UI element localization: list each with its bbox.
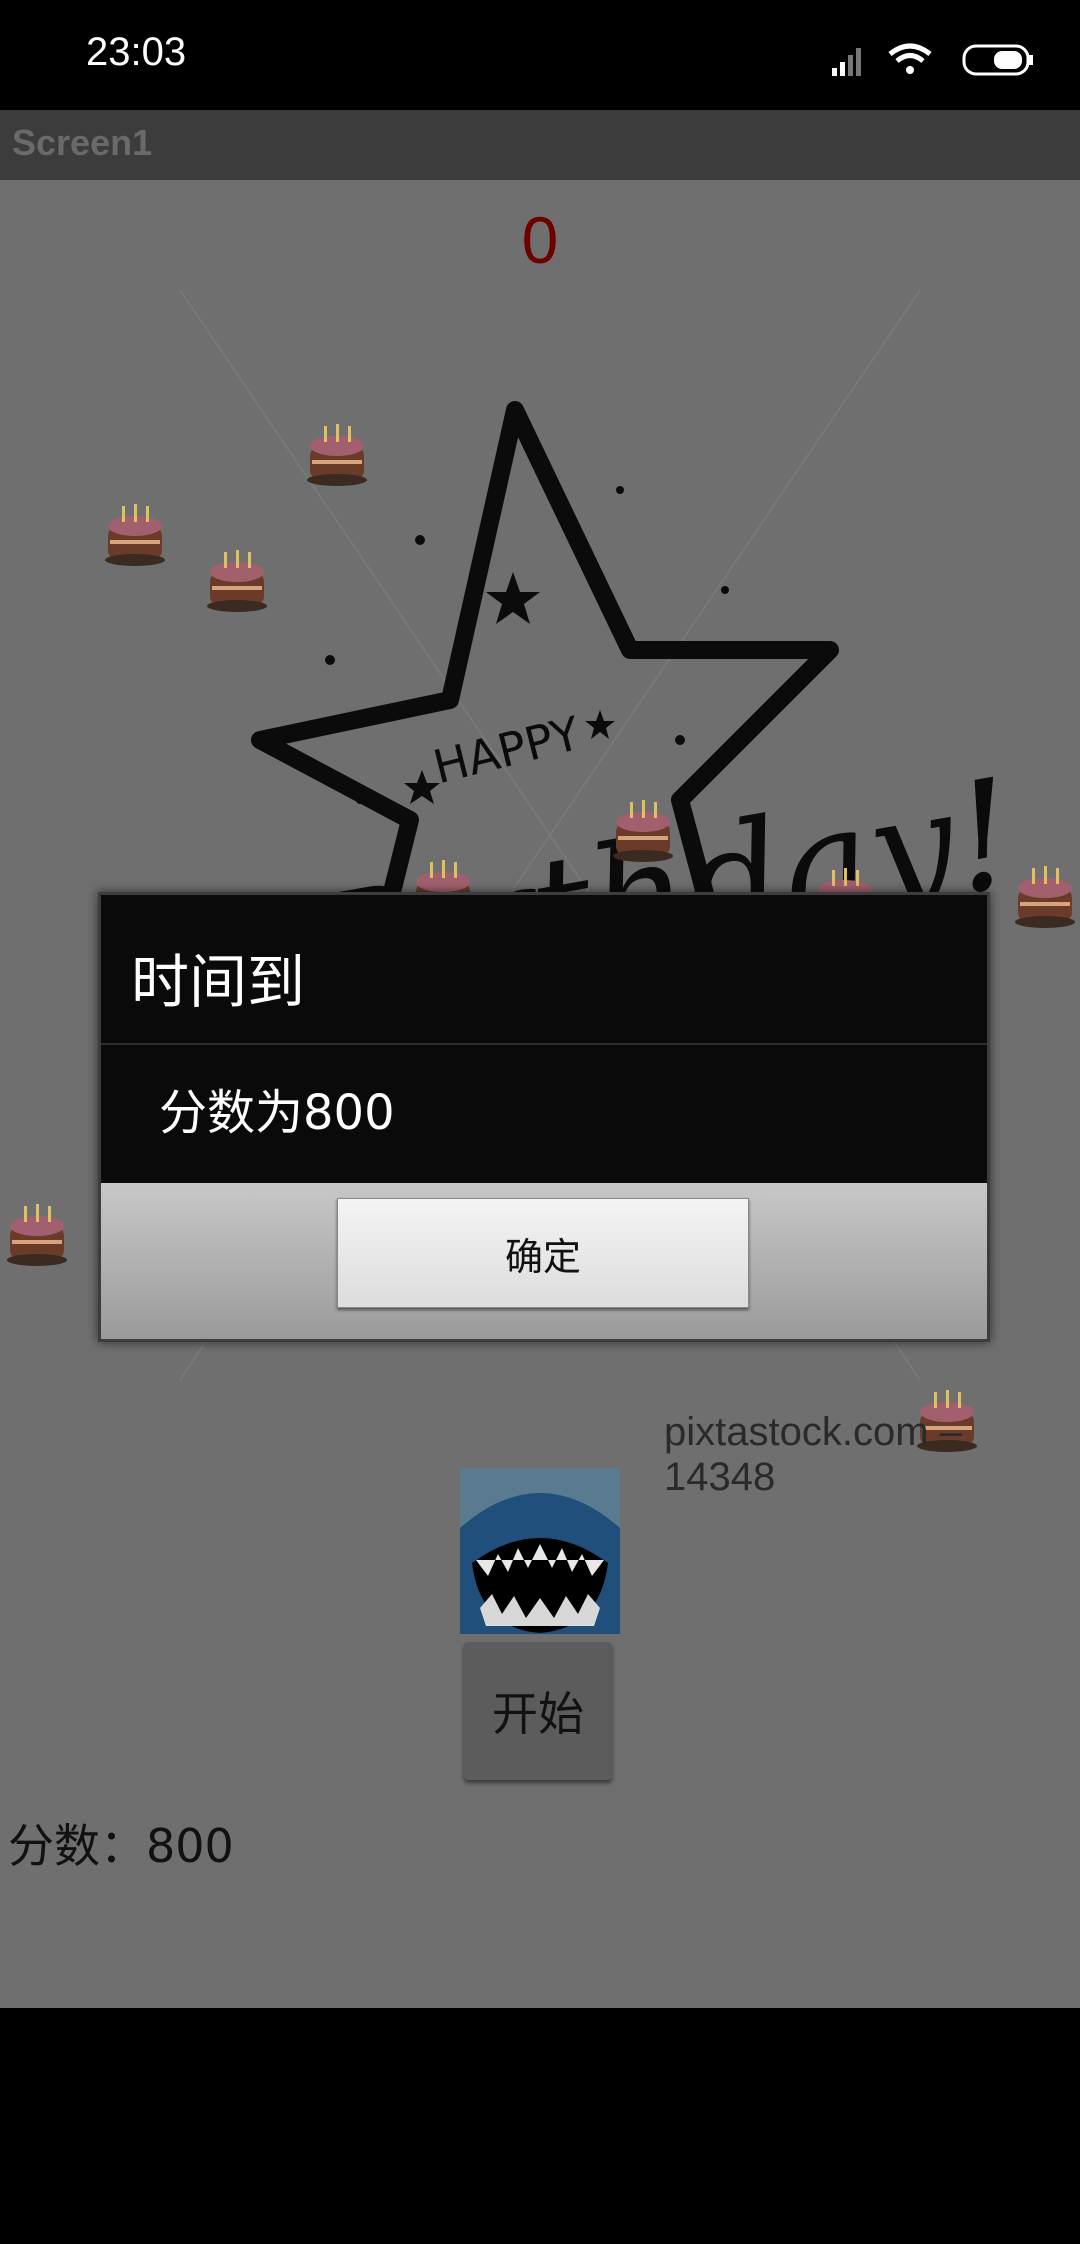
score-display: 分数：800 bbox=[8, 1810, 234, 1876]
score-value: 800 bbox=[146, 1819, 234, 1873]
battery-icon bbox=[962, 44, 1033, 76]
cake-icon[interactable] bbox=[1010, 858, 1080, 930]
dialog-message: 分数为800 bbox=[159, 1085, 395, 1141]
dialog-title: 时间到 bbox=[131, 948, 306, 1016]
dialog-footer: 确定 bbox=[101, 1183, 987, 1339]
happy-lettering: HAPPY bbox=[428, 706, 586, 795]
cake-icon[interactable] bbox=[202, 542, 272, 614]
top-score: 0 bbox=[521, 203, 559, 277]
time-up-dialog: 时间到 分数为800 确定 bbox=[98, 892, 990, 1342]
nav-area bbox=[0, 2008, 1080, 2244]
cake-icon[interactable] bbox=[608, 792, 678, 864]
app-title: Screen1 bbox=[12, 122, 153, 163]
dialog-divider bbox=[101, 1043, 987, 1045]
status-icons bbox=[832, 43, 1033, 76]
cake-icon[interactable] bbox=[2, 1196, 72, 1268]
watermark-text: pixtastock.com – 14348 bbox=[664, 1410, 962, 1499]
wifi-icon bbox=[888, 43, 932, 74]
cake-icon[interactable] bbox=[302, 416, 372, 488]
cake-icon[interactable] bbox=[100, 496, 170, 568]
start-button[interactable]: 开始 bbox=[464, 1642, 612, 1780]
shark-icon[interactable] bbox=[460, 1468, 620, 1634]
score-label: 分数： bbox=[8, 1819, 146, 1873]
status-time: 23:03 bbox=[86, 30, 187, 74]
status-bar: 23:03 bbox=[0, 0, 1080, 110]
app-bar: Screen1 bbox=[0, 110, 1080, 180]
signal-icon bbox=[832, 48, 861, 76]
ok-button[interactable]: 确定 bbox=[337, 1198, 749, 1308]
